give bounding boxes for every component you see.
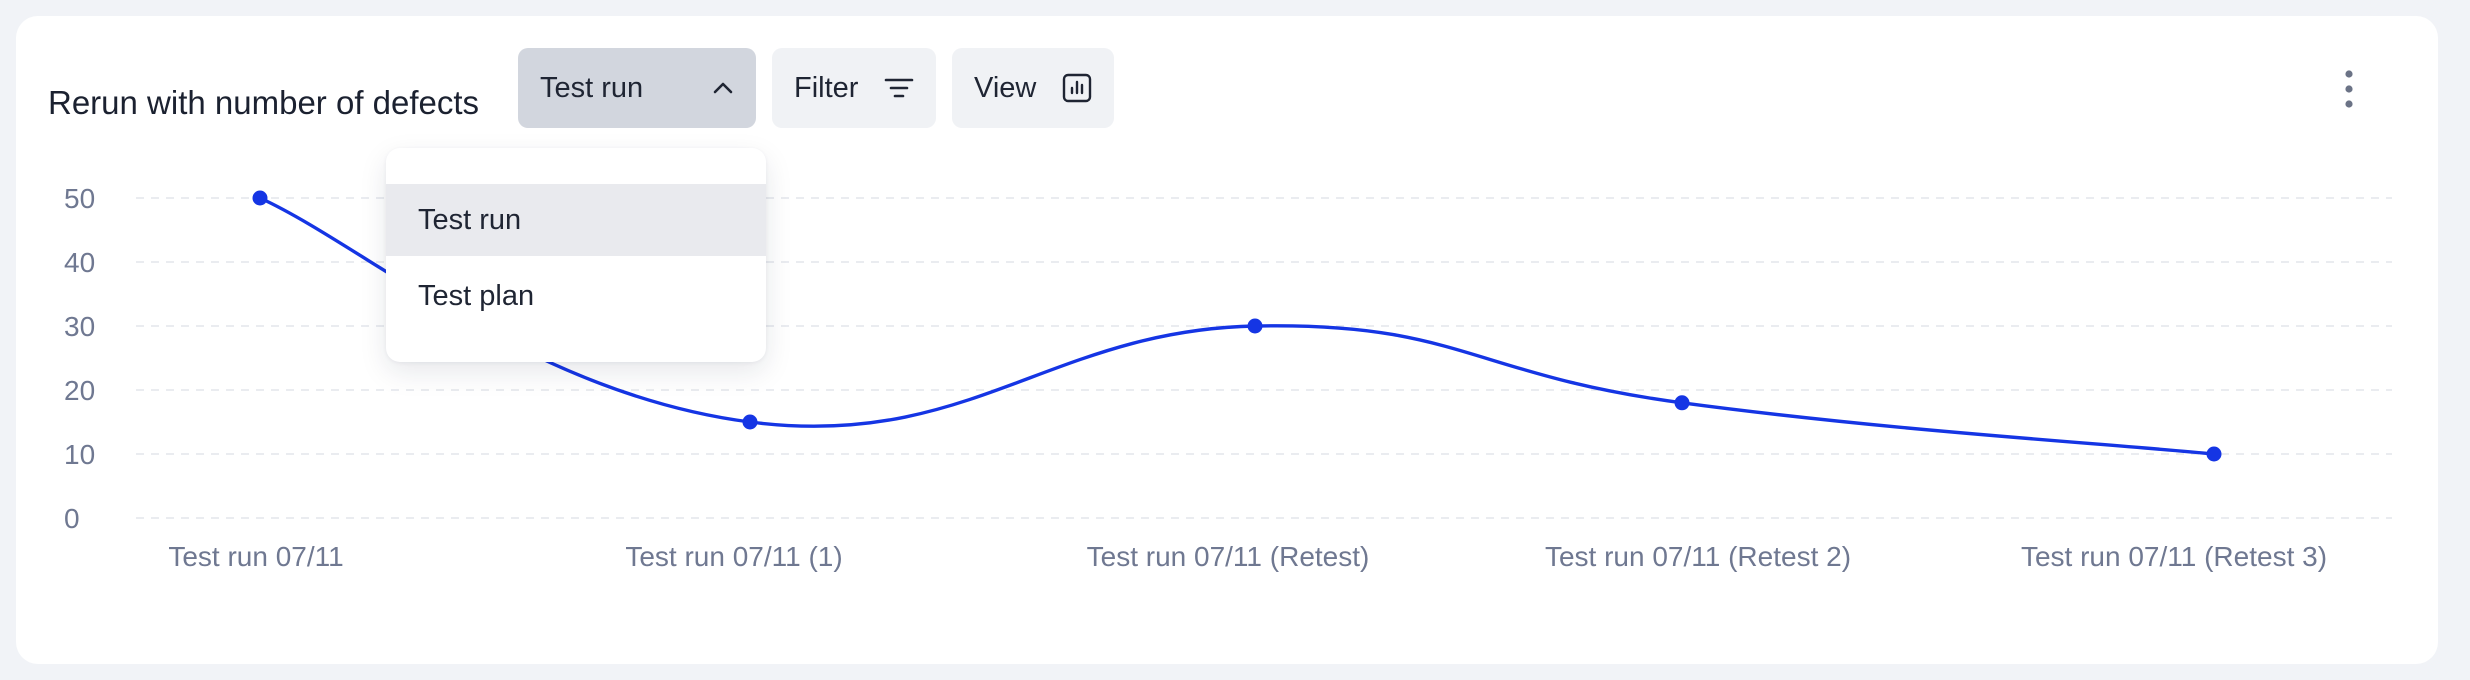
dropdown-option-test-run[interactable]: Test run	[386, 184, 766, 256]
dropdown-option-test-plan[interactable]: Test plan	[386, 260, 766, 332]
y-tick-label: 0	[64, 503, 80, 534]
data-point[interactable]	[252, 190, 268, 206]
y-tick-label: 30	[64, 311, 95, 342]
x-tick-label: Test run 07/11 (1)	[625, 541, 842, 572]
select-dropdown-menu: Test run Test plan	[386, 148, 766, 362]
y-tick-label: 20	[64, 375, 95, 406]
data-point[interactable]	[1674, 395, 1690, 411]
x-tick-label: Test run 07/11 (Retest 3)	[2021, 541, 2327, 572]
line-chart: 0 10 20 30 40 50 Test run 07/11 Test run 07/11 …	[64, 183, 2392, 572]
x-tick-label: Test run 07/11 (Retest 2)	[1545, 541, 1851, 572]
data-point[interactable]	[1247, 318, 1263, 334]
x-tick-label: Test run 07/11 (Retest)	[1087, 541, 1370, 572]
x-tick-label: Test run 07/11	[168, 541, 343, 572]
y-tick-label: 10	[64, 439, 95, 470]
data-point[interactable]	[742, 414, 758, 430]
y-tick-label: 40	[64, 247, 95, 278]
y-tick-label: 50	[64, 183, 95, 214]
data-point[interactable]	[2206, 446, 2222, 462]
